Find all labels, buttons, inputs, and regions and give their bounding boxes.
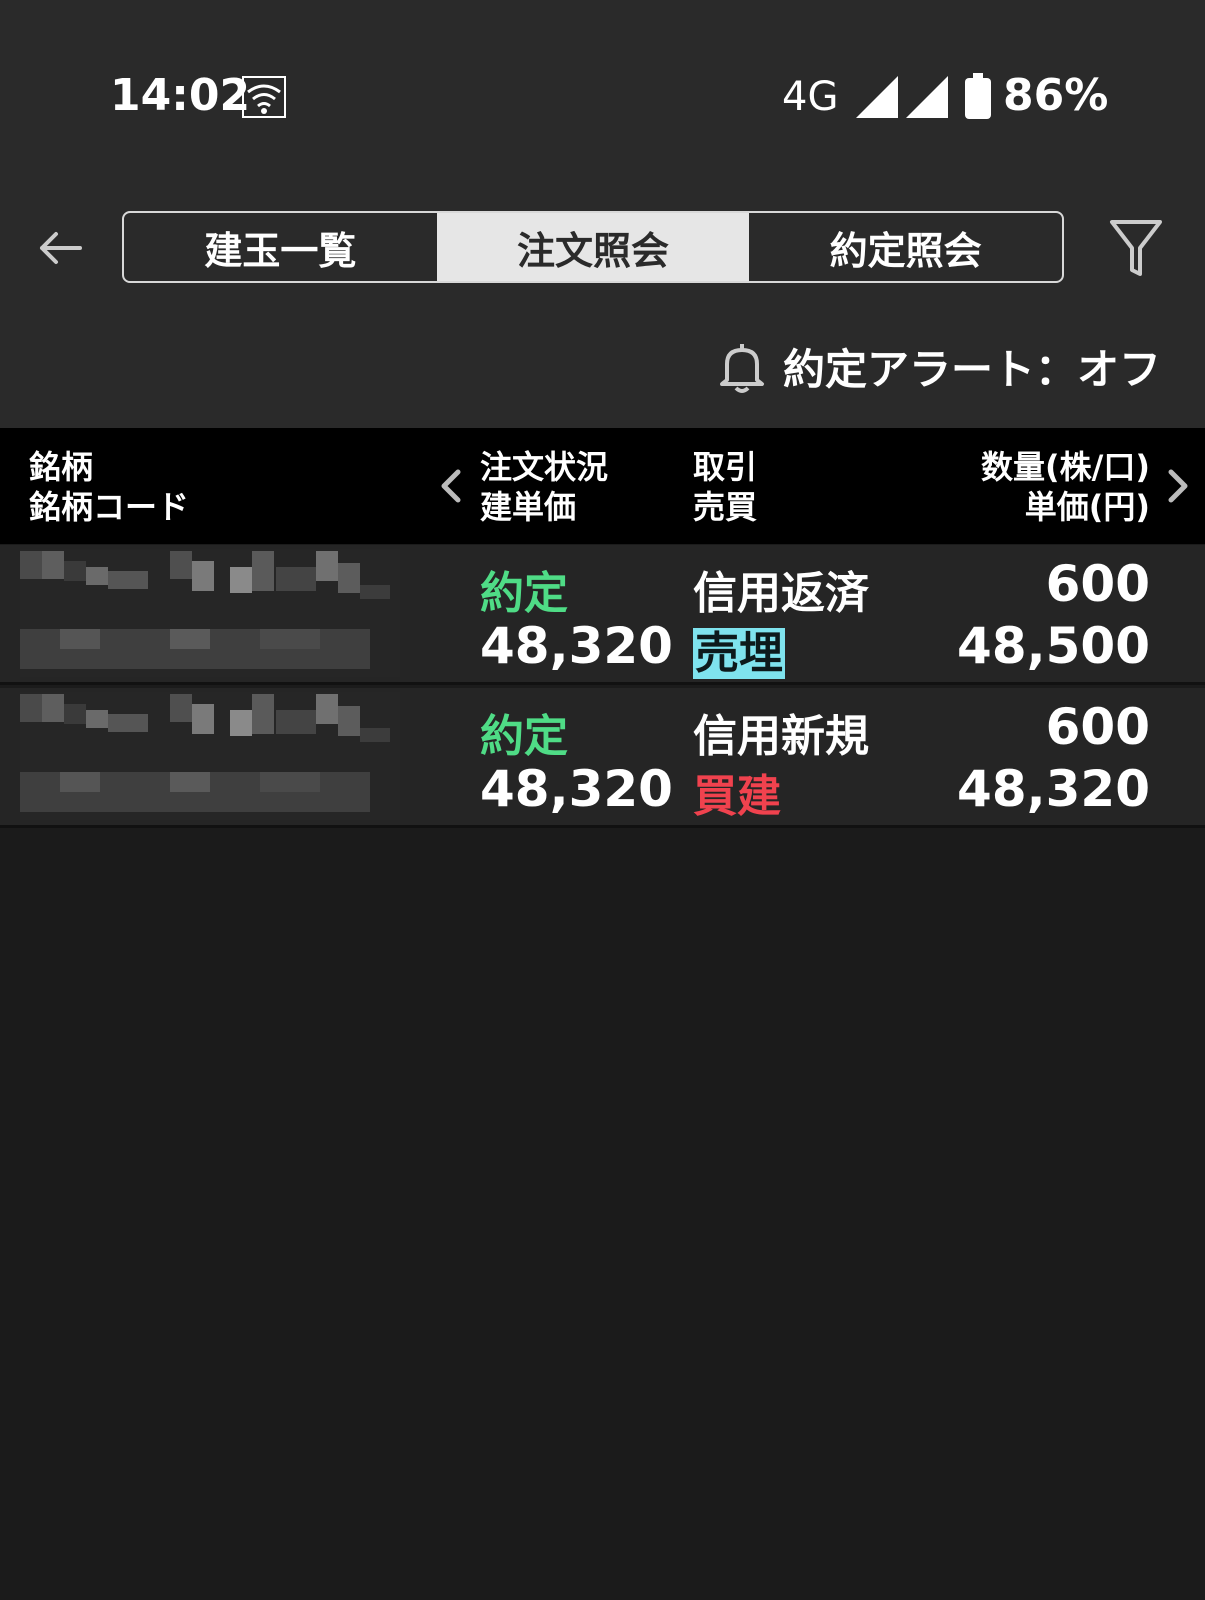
unit-price: 48,320	[957, 760, 1150, 818]
header-build-price-label: 建単価	[480, 488, 577, 526]
tab-orders[interactable]: 注文照会	[436, 213, 750, 281]
table-row[interactable]: 約定 48,320 信用新規 買建 600 48,320	[0, 688, 1205, 828]
trade-type: 信用返済	[693, 568, 869, 619]
quantity: 600	[1045, 698, 1150, 756]
header-trade-label: 取引	[693, 448, 758, 486]
header-unit-price-label: 単価(円)	[1024, 488, 1150, 526]
header-symbol-code: 銘柄コード	[29, 488, 190, 526]
unit-price: 48,500	[957, 617, 1150, 675]
build-price: 48,320	[480, 617, 673, 675]
alert-label: 約定アラート：オフ	[782, 345, 1161, 394]
redacted-symbol-mosaic	[20, 549, 400, 677]
back-arrow-icon[interactable]	[36, 224, 84, 272]
trade-type: 信用新規	[693, 711, 869, 762]
header-side-label: 売買	[693, 488, 758, 526]
header-quantity-label: 数量(株/口)	[981, 448, 1150, 486]
header-order-status: 注文状況 建単価	[480, 447, 608, 527]
table-row[interactable]: 約定 48,320 信用返済 売埋 600 48,500	[0, 545, 1205, 685]
network-type: 4G	[782, 74, 839, 120]
quantity: 600	[1045, 555, 1150, 613]
side-badge: 買建	[693, 771, 781, 822]
order-status: 約定	[480, 568, 568, 619]
chevron-left-icon[interactable]	[438, 466, 464, 506]
order-status: 約定	[480, 711, 568, 762]
header-order-status-label: 注文状況	[480, 448, 609, 486]
build-price: 48,320	[480, 760, 673, 818]
battery-icon	[965, 73, 991, 119]
bell-icon	[719, 343, 764, 393]
signal-icon	[906, 76, 948, 118]
status-time: 14:02	[110, 70, 251, 121]
header-symbol-name: 銘柄	[29, 448, 94, 486]
signal-icon	[856, 76, 898, 118]
wifi-icon	[242, 76, 286, 118]
battery-percent: 86%	[1003, 70, 1109, 121]
execution-alert[interactable]: 約定アラート：オフ	[719, 336, 1161, 397]
tab-switcher: 建玉一覧 注文照会 約定照会	[122, 211, 1064, 283]
redacted-symbol-mosaic	[20, 692, 400, 820]
header-quantity: 数量(株/口) 単価(円)	[981, 447, 1150, 527]
tab-positions[interactable]: 建玉一覧	[124, 213, 437, 281]
tab-executions[interactable]: 約定照会	[749, 213, 1062, 281]
header-trade: 取引 売買	[693, 447, 757, 527]
chevron-right-icon[interactable]	[1165, 466, 1191, 506]
filter-icon[interactable]	[1108, 218, 1164, 278]
side-badge: 売埋	[693, 628, 785, 679]
header-symbol: 銘柄 銘柄コード	[29, 447, 189, 527]
